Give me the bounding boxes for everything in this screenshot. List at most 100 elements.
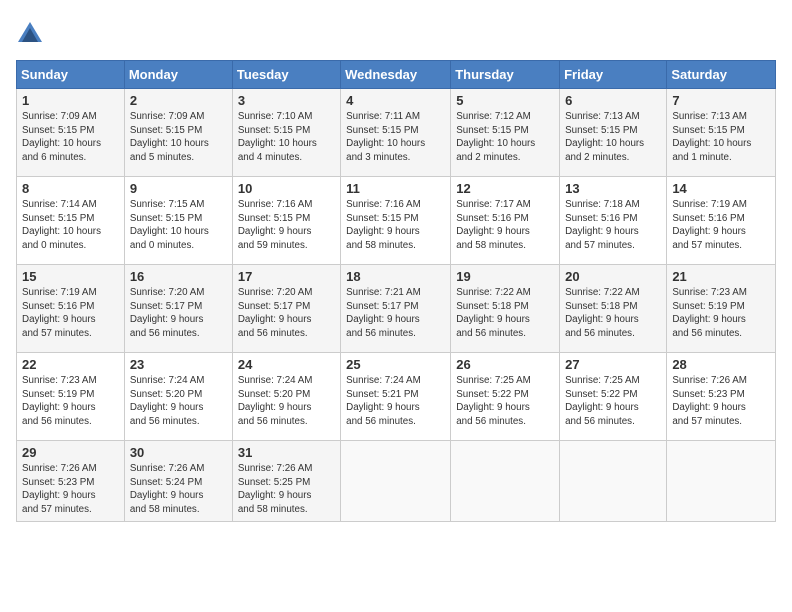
day-number: 1 <box>22 93 119 108</box>
calendar-cell: 6 Sunrise: 7:13 AMSunset: 5:15 PMDaylight… <box>560 89 667 177</box>
day-info: Sunrise: 7:16 AMSunset: 5:15 PMDaylight:… <box>346 198 445 253</box>
day-number: 31 <box>238 445 335 460</box>
calendar-cell: 24Sunrise: 7:24 AMSunset: 5:20 PMDayligh… <box>232 353 340 441</box>
calendar-cell: 7Sunrise: 7:13 AMSunset: 5:15 PMDaylight… <box>667 89 776 177</box>
day-number: 5 <box>456 93 554 108</box>
day-number: 2 <box>130 93 227 108</box>
day-info: Sunrise: 7:20 AMSunset: 5:17 PMDaylight:… <box>130 286 227 341</box>
day-number: 28 <box>672 357 770 372</box>
day-number: 9 <box>130 181 227 196</box>
day-number: 20 <box>565 269 661 284</box>
day-info: Sunrise: 7:22 AMSunset: 5:18 PMDaylight:… <box>565 286 661 341</box>
day-number: 15 <box>22 269 119 284</box>
day-info: Sunrise: 7:26 AMSunset: 5:24 PMDaylight:… <box>130 462 227 517</box>
calendar-cell <box>451 441 560 522</box>
calendar-cell: 18 Sunrise: 7:21 AMSunset: 5:17 PMDayligh… <box>341 265 451 353</box>
day-number: 30 <box>130 445 227 460</box>
weekday-header-saturday: Saturday <box>667 61 776 89</box>
day-number: 17 <box>238 269 335 284</box>
day-info: Sunrise: 7:23 AMSunset: 5:19 PMDaylight:… <box>672 286 770 341</box>
day-number: 6 <box>565 93 661 108</box>
calendar-cell: 2 Sunrise: 7:09 AMSunset: 5:15 PMDaylight… <box>124 89 232 177</box>
calendar-cell: 11 Sunrise: 7:16 AMSunset: 5:15 PMDayligh… <box>341 177 451 265</box>
day-info: Sunrise: 7:19 AMSunset: 5:16 PMDaylight:… <box>22 286 119 341</box>
calendar-week-row: 8Sunrise: 7:14 AMSunset: 5:15 PMDaylight… <box>17 177 776 265</box>
weekday-header-sunday: Sunday <box>17 61 125 89</box>
header <box>16 16 776 48</box>
page-container: SundayMondayTuesdayWednesdayThursdayFrid… <box>0 0 792 530</box>
weekday-header-tuesday: Tuesday <box>232 61 340 89</box>
day-number: 29 <box>22 445 119 460</box>
day-info: Sunrise: 7:24 AMSunset: 5:20 PMDaylight:… <box>130 374 227 429</box>
calendar-cell: 12 Sunrise: 7:17 AMSunset: 5:16 PMDayligh… <box>451 177 560 265</box>
calendar-week-row: 22Sunrise: 7:23 AMSunset: 5:19 PMDayligh… <box>17 353 776 441</box>
day-number: 14 <box>672 181 770 196</box>
calendar-week-row: 1 Sunrise: 7:09 AMSunset: 5:15 PMDaylight… <box>17 89 776 177</box>
day-number: 22 <box>22 357 119 372</box>
day-number: 10 <box>238 181 335 196</box>
day-number: 13 <box>565 181 661 196</box>
day-number: 27 <box>565 357 661 372</box>
day-info: Sunrise: 7:09 AMSunset: 5:15 PMDaylight:… <box>22 110 119 165</box>
day-number: 26 <box>456 357 554 372</box>
weekday-header-wednesday: Wednesday <box>341 61 451 89</box>
day-number: 18 <box>346 269 445 284</box>
day-number: 7 <box>672 93 770 108</box>
day-info: Sunrise: 7:26 AMSunset: 5:23 PMDaylight:… <box>22 462 119 517</box>
calendar-header-row: SundayMondayTuesdayWednesdayThursdayFrid… <box>17 61 776 89</box>
day-info: Sunrise: 7:25 AMSunset: 5:22 PMDaylight:… <box>456 374 554 429</box>
calendar-cell: 22Sunrise: 7:23 AMSunset: 5:19 PMDayligh… <box>17 353 125 441</box>
day-info: Sunrise: 7:26 AMSunset: 5:25 PMDaylight:… <box>238 462 335 517</box>
day-number: 4 <box>346 93 445 108</box>
day-info: Sunrise: 7:09 AMSunset: 5:15 PMDaylight:… <box>130 110 227 165</box>
calendar-cell: 31 Sunrise: 7:26 AMSunset: 5:25 PMDayligh… <box>232 441 340 522</box>
calendar-cell: 23 Sunrise: 7:24 AMSunset: 5:20 PMDayligh… <box>124 353 232 441</box>
day-info: Sunrise: 7:13 AMSunset: 5:15 PMDaylight:… <box>565 110 661 165</box>
calendar-cell: 16 Sunrise: 7:20 AMSunset: 5:17 PMDayligh… <box>124 265 232 353</box>
calendar-cell <box>560 441 667 522</box>
calendar-cell <box>341 441 451 522</box>
calendar-cell: 10 Sunrise: 7:16 AMSunset: 5:15 PMDayligh… <box>232 177 340 265</box>
calendar-cell: 30 Sunrise: 7:26 AMSunset: 5:24 PMDayligh… <box>124 441 232 522</box>
day-info: Sunrise: 7:26 AMSunset: 5:23 PMDaylight:… <box>672 374 770 429</box>
day-info: Sunrise: 7:17 AMSunset: 5:16 PMDaylight:… <box>456 198 554 253</box>
calendar-cell: 20 Sunrise: 7:22 AMSunset: 5:18 PMDayligh… <box>560 265 667 353</box>
day-number: 23 <box>130 357 227 372</box>
calendar-week-row: 15 Sunrise: 7:19 AMSunset: 5:16 PMDayligh… <box>17 265 776 353</box>
calendar-cell: 4 Sunrise: 7:11 AMSunset: 5:15 PMDaylight… <box>341 89 451 177</box>
calendar-cell: 15 Sunrise: 7:19 AMSunset: 5:16 PMDayligh… <box>17 265 125 353</box>
calendar-cell: 26 Sunrise: 7:25 AMSunset: 5:22 PMDayligh… <box>451 353 560 441</box>
calendar-cell: 5 Sunrise: 7:12 AMSunset: 5:15 PMDaylight… <box>451 89 560 177</box>
day-info: Sunrise: 7:18 AMSunset: 5:16 PMDaylight:… <box>565 198 661 253</box>
calendar-cell: 9 Sunrise: 7:15 AMSunset: 5:15 PMDaylight… <box>124 177 232 265</box>
day-info: Sunrise: 7:11 AMSunset: 5:15 PMDaylight:… <box>346 110 445 165</box>
day-info: Sunrise: 7:16 AMSunset: 5:15 PMDaylight:… <box>238 198 335 253</box>
day-number: 11 <box>346 181 445 196</box>
day-info: Sunrise: 7:20 AMSunset: 5:17 PMDaylight:… <box>238 286 335 341</box>
day-number: 3 <box>238 93 335 108</box>
calendar-cell: 17 Sunrise: 7:20 AMSunset: 5:17 PMDayligh… <box>232 265 340 353</box>
day-info: Sunrise: 7:15 AMSunset: 5:15 PMDaylight:… <box>130 198 227 253</box>
calendar-table: SundayMondayTuesdayWednesdayThursdayFrid… <box>16 60 776 522</box>
calendar-cell: 8Sunrise: 7:14 AMSunset: 5:15 PMDaylight… <box>17 177 125 265</box>
day-info: Sunrise: 7:10 AMSunset: 5:15 PMDaylight:… <box>238 110 335 165</box>
day-info: Sunrise: 7:12 AMSunset: 5:15 PMDaylight:… <box>456 110 554 165</box>
calendar-cell: 21Sunrise: 7:23 AMSunset: 5:19 PMDayligh… <box>667 265 776 353</box>
day-number: 8 <box>22 181 119 196</box>
calendar-week-row: 29 Sunrise: 7:26 AMSunset: 5:23 PMDayligh… <box>17 441 776 522</box>
day-number: 12 <box>456 181 554 196</box>
calendar-cell: 25 Sunrise: 7:24 AMSunset: 5:21 PMDayligh… <box>341 353 451 441</box>
day-number: 16 <box>130 269 227 284</box>
calendar-cell <box>667 441 776 522</box>
day-info: Sunrise: 7:22 AMSunset: 5:18 PMDaylight:… <box>456 286 554 341</box>
logo-icon <box>16 20 44 48</box>
day-number: 19 <box>456 269 554 284</box>
day-number: 25 <box>346 357 445 372</box>
weekday-header-friday: Friday <box>560 61 667 89</box>
day-info: Sunrise: 7:21 AMSunset: 5:17 PMDaylight:… <box>346 286 445 341</box>
calendar-cell: 3 Sunrise: 7:10 AMSunset: 5:15 PMDaylight… <box>232 89 340 177</box>
calendar-cell: 13 Sunrise: 7:18 AMSunset: 5:16 PMDayligh… <box>560 177 667 265</box>
day-number: 24 <box>238 357 335 372</box>
day-info: Sunrise: 7:19 AMSunset: 5:16 PMDaylight:… <box>672 198 770 253</box>
day-info: Sunrise: 7:24 AMSunset: 5:21 PMDaylight:… <box>346 374 445 429</box>
